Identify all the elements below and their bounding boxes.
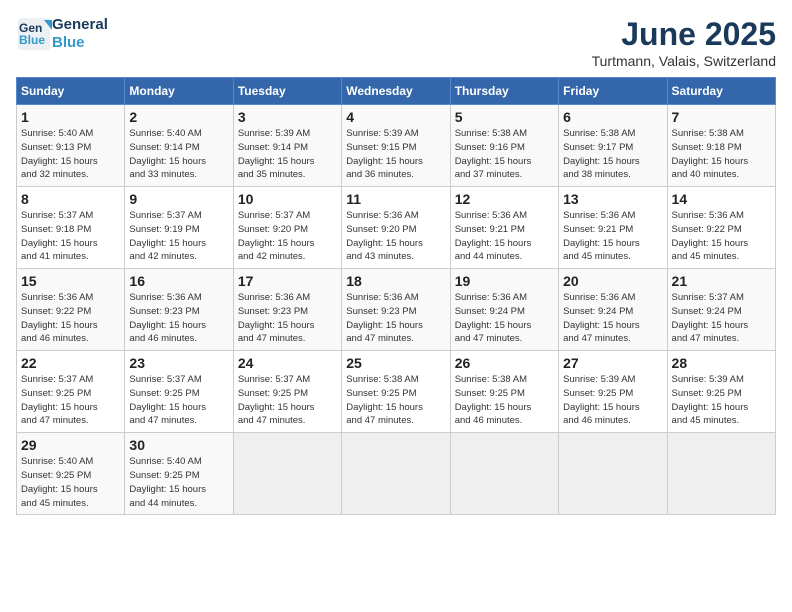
calendar-cell-empty — [559, 433, 667, 515]
calendar-cell-2: 2Sunrise: 5:40 AM Sunset: 9:14 PM Daylig… — [125, 105, 233, 187]
calendar-cell-20: 20Sunrise: 5:36 AM Sunset: 9:24 PM Dayli… — [559, 269, 667, 351]
calendar-cell-23: 23Sunrise: 5:37 AM Sunset: 9:25 PM Dayli… — [125, 351, 233, 433]
calendar-cell-5: 5Sunrise: 5:38 AM Sunset: 9:16 PM Daylig… — [450, 105, 558, 187]
calendar-cell-empty — [667, 433, 775, 515]
calendar-cell-14: 14Sunrise: 5:36 AM Sunset: 9:22 PM Dayli… — [667, 187, 775, 269]
calendar-week-2: 8Sunrise: 5:37 AM Sunset: 9:18 PM Daylig… — [17, 187, 776, 269]
header: Gen Blue General Blue June 2025 Turtmann… — [16, 16, 776, 69]
calendar-cell-29: 29Sunrise: 5:40 AM Sunset: 9:25 PM Dayli… — [17, 433, 125, 515]
header-cell-tuesday: Tuesday — [233, 78, 341, 105]
header-cell-saturday: Saturday — [667, 78, 775, 105]
title-block: June 2025 Turtmann, Valais, Switzerland — [592, 16, 776, 69]
calendar-cell-10: 10Sunrise: 5:37 AM Sunset: 9:20 PM Dayli… — [233, 187, 341, 269]
calendar-cell-16: 16Sunrise: 5:36 AM Sunset: 9:23 PM Dayli… — [125, 269, 233, 351]
logo-name-line1: General — [52, 16, 108, 34]
calendar-cell-22: 22Sunrise: 5:37 AM Sunset: 9:25 PM Dayli… — [17, 351, 125, 433]
calendar-cell-empty — [450, 433, 558, 515]
calendar-cell-13: 13Sunrise: 5:36 AM Sunset: 9:21 PM Dayli… — [559, 187, 667, 269]
svg-text:Blue: Blue — [19, 33, 45, 47]
header-cell-friday: Friday — [559, 78, 667, 105]
calendar-cell-18: 18Sunrise: 5:36 AM Sunset: 9:23 PM Dayli… — [342, 269, 450, 351]
calendar-cell-empty — [342, 433, 450, 515]
calendar-cell-9: 9Sunrise: 5:37 AM Sunset: 9:19 PM Daylig… — [125, 187, 233, 269]
calendar-week-1: 1Sunrise: 5:40 AM Sunset: 9:13 PM Daylig… — [17, 105, 776, 187]
calendar-week-4: 22Sunrise: 5:37 AM Sunset: 9:25 PM Dayli… — [17, 351, 776, 433]
calendar-subtitle: Turtmann, Valais, Switzerland — [592, 53, 776, 69]
calendar-cell-19: 19Sunrise: 5:36 AM Sunset: 9:24 PM Dayli… — [450, 269, 558, 351]
calendar-cell-15: 15Sunrise: 5:36 AM Sunset: 9:22 PM Dayli… — [17, 269, 125, 351]
calendar-title: June 2025 — [592, 16, 776, 53]
calendar-week-5: 29Sunrise: 5:40 AM Sunset: 9:25 PM Dayli… — [17, 433, 776, 515]
calendar-cell-21: 21Sunrise: 5:37 AM Sunset: 9:24 PM Dayli… — [667, 269, 775, 351]
calendar-cell-28: 28Sunrise: 5:39 AM Sunset: 9:25 PM Dayli… — [667, 351, 775, 433]
calendar-cell-27: 27Sunrise: 5:39 AM Sunset: 9:25 PM Dayli… — [559, 351, 667, 433]
calendar-cell-17: 17Sunrise: 5:36 AM Sunset: 9:23 PM Dayli… — [233, 269, 341, 351]
calendar-cell-4: 4Sunrise: 5:39 AM Sunset: 9:15 PM Daylig… — [342, 105, 450, 187]
calendar-cell-6: 6Sunrise: 5:38 AM Sunset: 9:17 PM Daylig… — [559, 105, 667, 187]
calendar-table: SundayMondayTuesdayWednesdayThursdayFrid… — [16, 77, 776, 515]
calendar-cell-25: 25Sunrise: 5:38 AM Sunset: 9:25 PM Dayli… — [342, 351, 450, 433]
header-cell-monday: Monday — [125, 78, 233, 105]
header-cell-thursday: Thursday — [450, 78, 558, 105]
header-cell-wednesday: Wednesday — [342, 78, 450, 105]
calendar-cell-30: 30Sunrise: 5:40 AM Sunset: 9:25 PM Dayli… — [125, 433, 233, 515]
calendar-cell-7: 7Sunrise: 5:38 AM Sunset: 9:18 PM Daylig… — [667, 105, 775, 187]
calendar-cell-26: 26Sunrise: 5:38 AM Sunset: 9:25 PM Dayli… — [450, 351, 558, 433]
calendar-cell-12: 12Sunrise: 5:36 AM Sunset: 9:21 PM Dayli… — [450, 187, 558, 269]
calendar-week-3: 15Sunrise: 5:36 AM Sunset: 9:22 PM Dayli… — [17, 269, 776, 351]
logo: Gen Blue General Blue — [16, 16, 108, 52]
header-cell-sunday: Sunday — [17, 78, 125, 105]
calendar-cell-1: 1Sunrise: 5:40 AM Sunset: 9:13 PM Daylig… — [17, 105, 125, 187]
calendar-cell-24: 24Sunrise: 5:37 AM Sunset: 9:25 PM Dayli… — [233, 351, 341, 433]
calendar-cell-11: 11Sunrise: 5:36 AM Sunset: 9:20 PM Dayli… — [342, 187, 450, 269]
header-row: SundayMondayTuesdayWednesdayThursdayFrid… — [17, 78, 776, 105]
logo-name-line2: Blue — [52, 34, 108, 52]
calendar-cell-8: 8Sunrise: 5:37 AM Sunset: 9:18 PM Daylig… — [17, 187, 125, 269]
calendar-cell-3: 3Sunrise: 5:39 AM Sunset: 9:14 PM Daylig… — [233, 105, 341, 187]
logo-icon: Gen Blue — [16, 16, 52, 52]
calendar-cell-empty — [233, 433, 341, 515]
